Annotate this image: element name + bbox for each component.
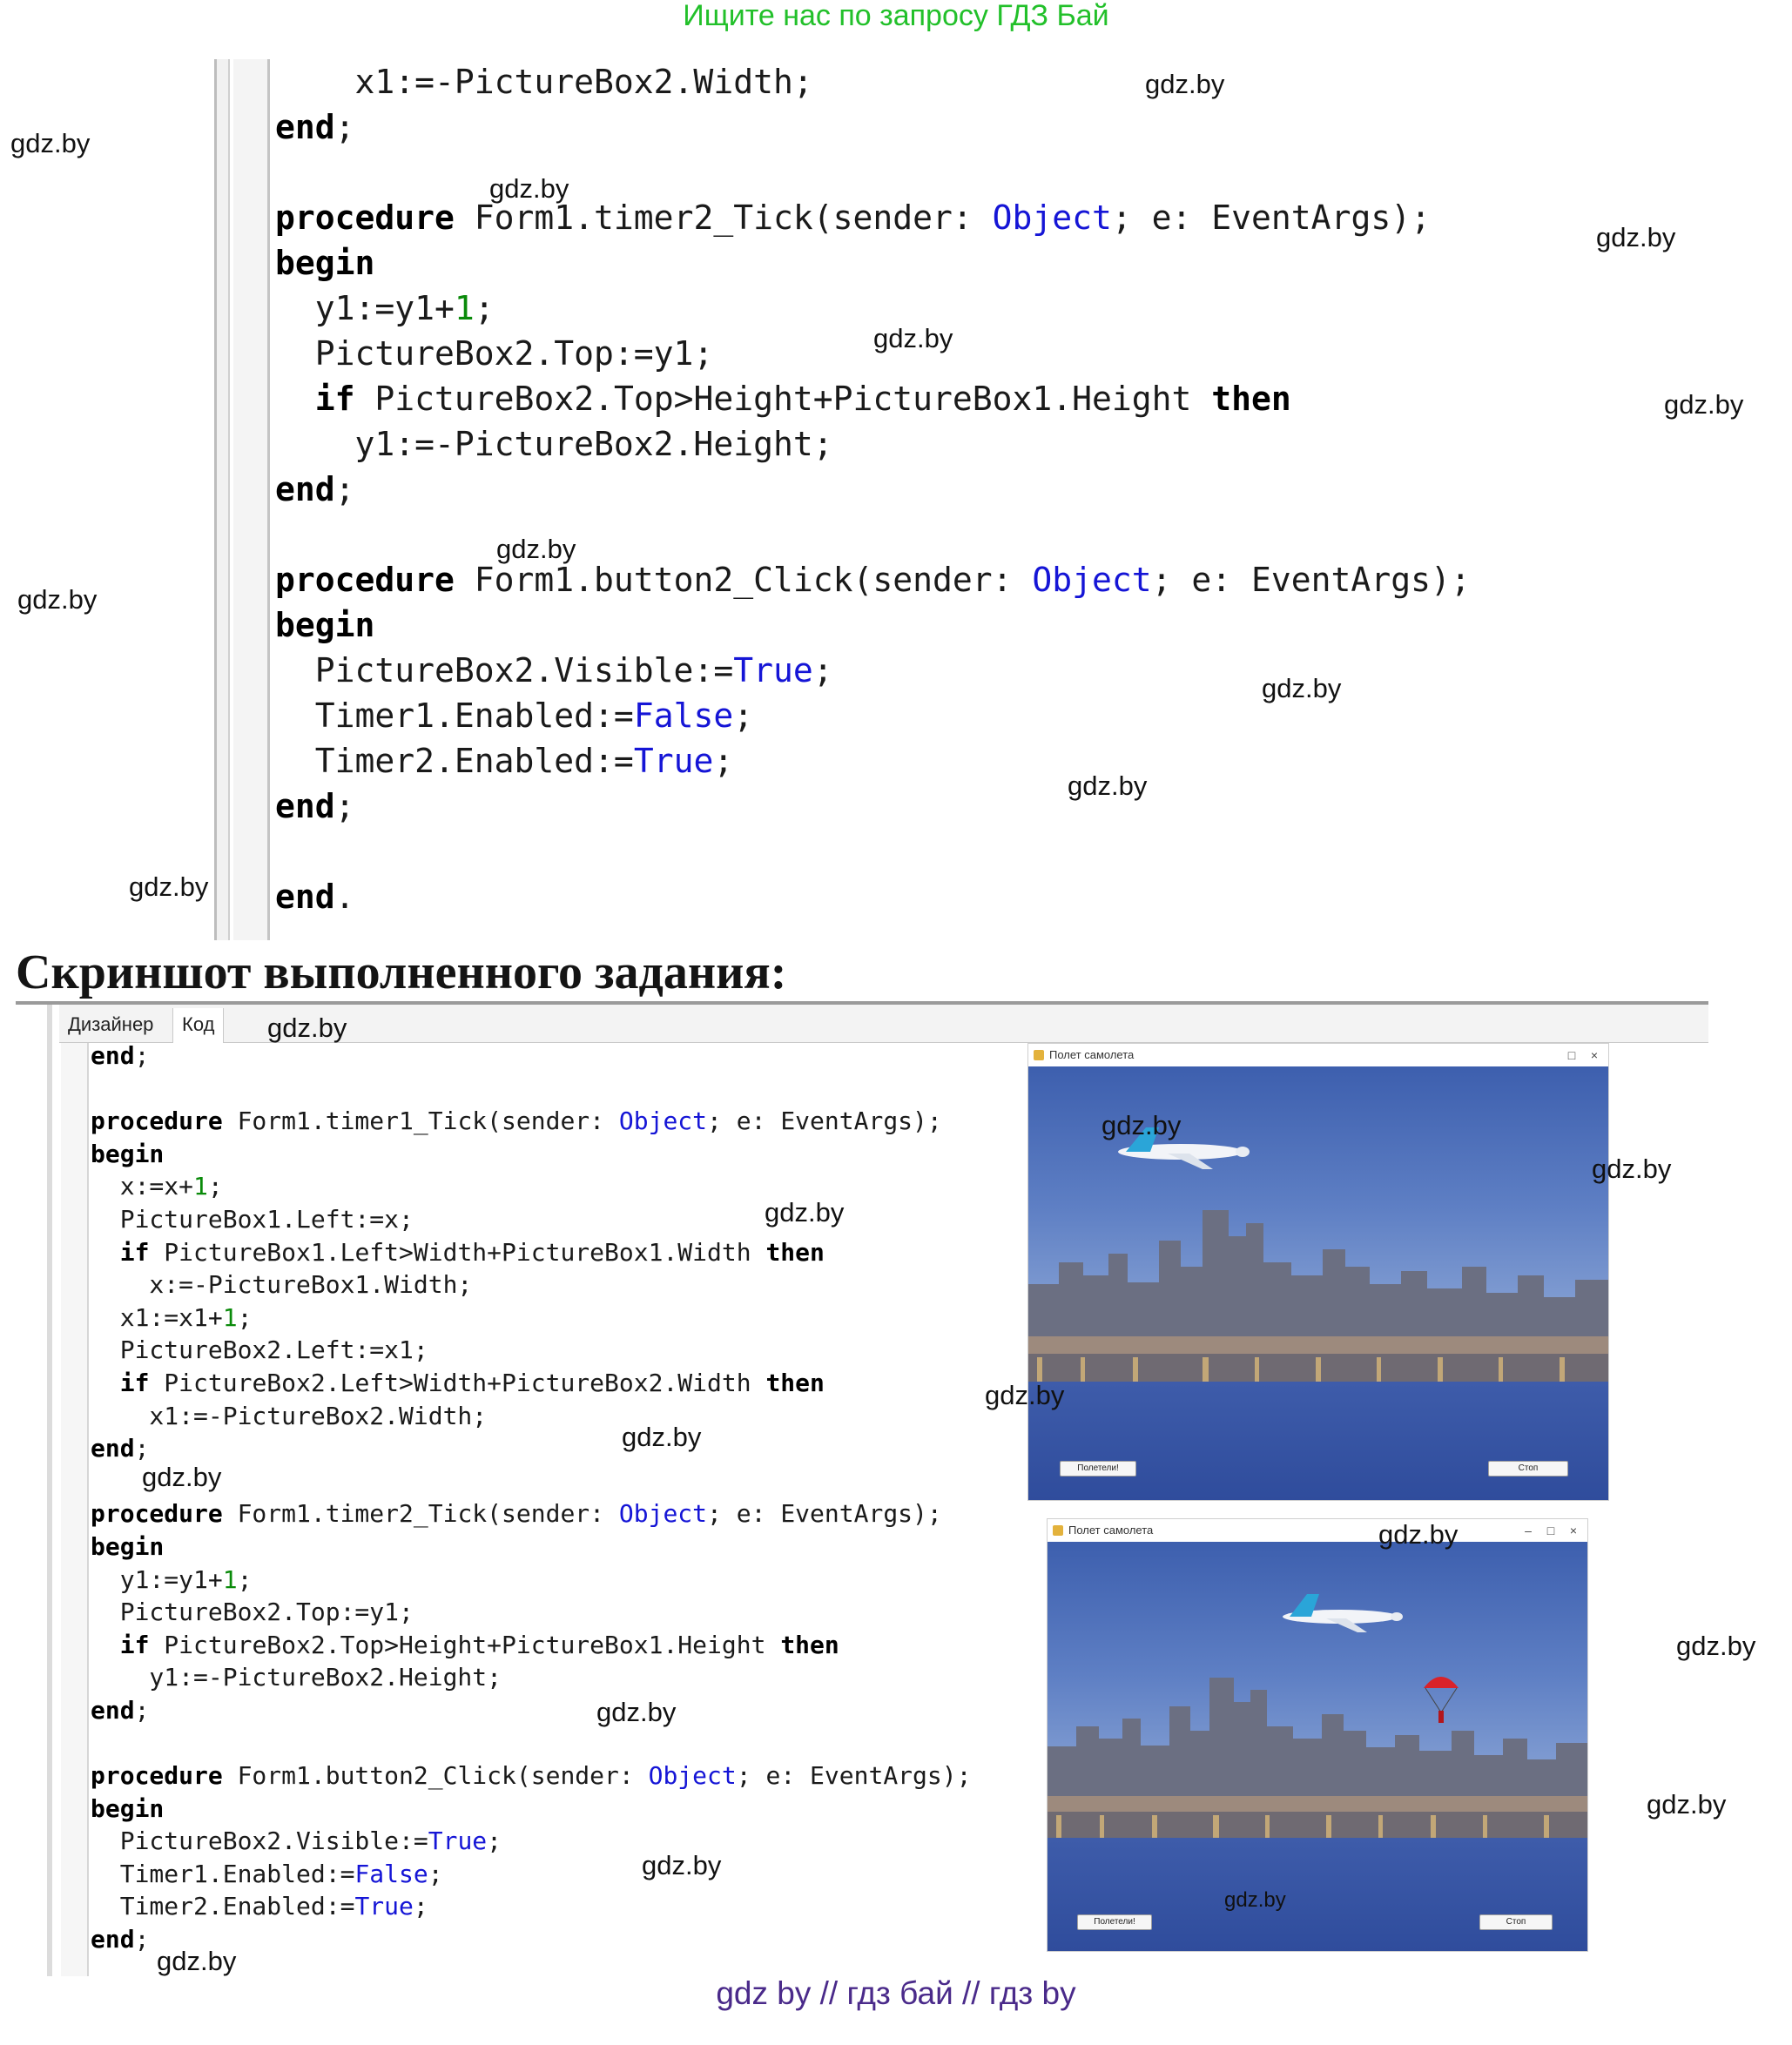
watermark: gdz.by [1262,673,1342,703]
fly-button[interactable]: Полетели! [1060,1461,1136,1477]
code-line: end; [91,1041,150,1070]
close-icon[interactable]: × [1584,1044,1605,1066]
code-line: if PictureBox2.Top>Height+PictureBox1.He… [119,1630,839,1659]
watermark: gdz.by [1145,69,1225,99]
code-line: Timer1.Enabled:=False; [91,1859,443,1888]
footer: gdz by // гдз бай // гдз by [716,1975,1076,2011]
watermark: gdz.by [489,173,569,204]
code-line: end; [275,108,355,146]
maximize-icon[interactable]: □ [1561,1044,1582,1066]
code-line: PictureBox2.Top:=y1; [91,1598,414,1627]
watermark: gdz.by [622,1422,702,1452]
code-line: procedure Form1.timer2_Tick(sender: Obje… [91,1499,942,1529]
code-line: begin [275,244,375,282]
watermark: gdz.by [1101,1110,1182,1140]
code-line: end; [275,787,355,825]
window-title: Полет самолета [1049,1048,1135,1061]
code-line: end; [91,1695,150,1725]
code-line: y1:=-PictureBox2.Height; [275,425,833,463]
stop-button[interactable]: Стоп [1488,1461,1568,1477]
watermark: gdz.by [142,1462,222,1492]
code-editor-top: x1:=-PictureBox2.Width;end;​procedure Fo… [214,59,1792,940]
code-line: PictureBox2.Left:=x1; [91,1335,428,1365]
code-line: ​ [91,1726,971,1759]
code-line: y1:=y1+1; [91,1564,253,1594]
watermark: gdz.by [1224,1888,1286,1912]
code-line: end; [275,470,355,508]
code-line: ​ [91,1073,971,1106]
code-line: Timer2.Enabled:=True; [275,742,734,780]
code-line: Timer2.Enabled:=True; [91,1892,428,1921]
stop-button[interactable]: Стоп [1479,1914,1553,1930]
watermark: gdz.by [129,871,209,902]
watermark: gdz.by [642,1850,722,1880]
scene-picture: Полетели! Стоп [1048,1542,1587,1951]
code-listing-bottom: end;​procedure Form1.timer1_Tick(sender:… [91,1039,971,1956]
code-listing-top: x1:=-PictureBox2.Width;end;​procedure Fo… [275,59,1471,919]
code-line: ​ [275,512,1471,557]
code-line: end; [91,1434,150,1463]
editor-margin [61,1043,89,1976]
code-line: y1:=-PictureBox2.Height; [91,1663,502,1692]
tab-designer[interactable]: Дизайнер [68,1013,153,1036]
watermark: gdz.by [1664,389,1744,420]
watermark: gdz.by [157,1946,237,1976]
window-titlebar: Полет самолета – □ × [1048,1519,1587,1542]
watermark: gdz.by [1068,770,1148,801]
tab-code[interactable]: Код [172,1008,225,1043]
watermark: gdz.by [496,534,576,564]
code-line: x1:=-PictureBox2.Width; [275,63,813,101]
city-skyline-image [1048,1542,1587,1951]
app-icon [1053,1525,1063,1536]
code-line: procedure Form1.timer2_Tick(sender: Obje… [275,198,1431,237]
fly-button[interactable]: Полетели! [1077,1914,1152,1930]
watermark: gdz.by [1676,1631,1756,1661]
code-line: end. [275,878,355,916]
watermark: gdz.by [267,1012,347,1043]
code-line: ​ [275,150,1471,195]
watermark: gdz.by [1378,1519,1459,1550]
code-line: begin [91,1793,165,1823]
app-icon [1034,1050,1044,1060]
maximize-icon[interactable]: □ [1540,1519,1561,1542]
watermark: gdz.by [10,128,91,158]
watermark: gdz.by [596,1697,677,1727]
close-icon[interactable]: × [1563,1519,1584,1542]
code-line: if PictureBox1.Left>Width+PictureBox1.Wi… [119,1237,825,1267]
code-line: ​ [91,1465,971,1498]
code-line: procedure Form1.timer1_Tick(sender: Obje… [91,1107,942,1136]
code-line: if PictureBox2.Left>Width+PictureBox2.Wi… [119,1368,825,1397]
top-banner: Ищите нас по запросу ГДЗ Бай [683,0,1109,32]
code-line: begin [275,606,375,644]
section-caption: Скриншот выполненного задания: [16,945,787,999]
watermark: gdz.by [1647,1789,1727,1820]
minimize-icon[interactable]: – [1518,1519,1539,1542]
window-title: Полет самолета [1068,1524,1154,1537]
code-line: procedure Form1.button2_Click(sender: Ob… [91,1761,972,1791]
code-line: if PictureBox2.Top>Height+PictureBox1.He… [314,380,1291,418]
code-line: x1:=x1+1; [91,1302,253,1332]
watermark: gdz.by [1592,1154,1672,1184]
watermark: gdz.by [873,323,953,353]
code-line: ​ [275,829,1471,874]
code-line: x1:=-PictureBox2.Width; [91,1401,488,1430]
code-line: PictureBox2.Visible:=True; [91,1826,502,1856]
editor-gutter [214,59,230,940]
window-titlebar: Полет самолета □ × [1028,1044,1608,1066]
watermark: gdz.by [17,584,98,615]
code-line: procedure Form1.button2_Click(sender: Ob… [275,561,1471,599]
code-line: x:=-PictureBox1.Width; [91,1270,473,1300]
watermark: gdz.by [1596,222,1676,252]
code-line: begin [91,1531,165,1561]
editor-gutter [47,1005,52,1976]
code-line: begin [91,1139,165,1168]
watermark: gdz.by [985,1380,1065,1410]
app-window-2: Полет самолета – □ × Полетели! Стоп [1047,1518,1588,1952]
watermark: gdz.by [765,1197,845,1228]
editor-margin [233,59,270,940]
